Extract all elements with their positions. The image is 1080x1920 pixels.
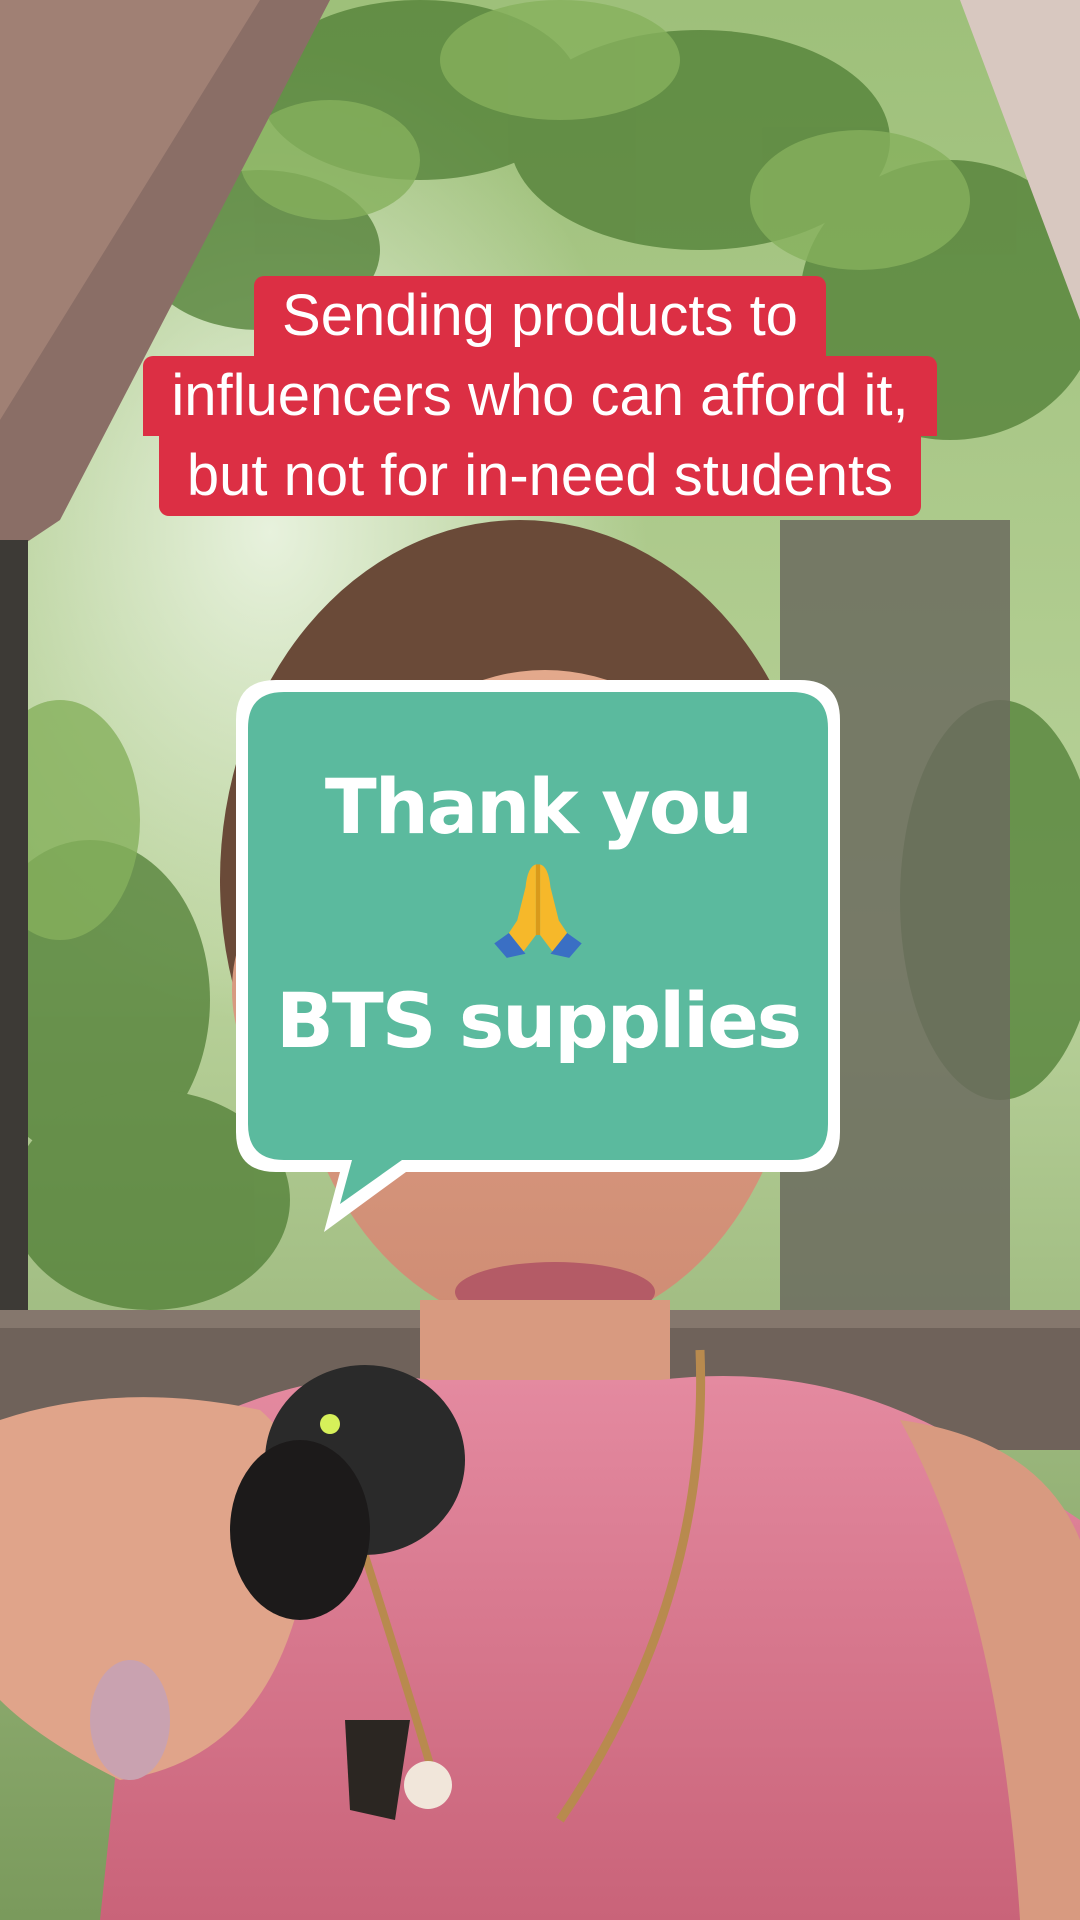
caption-line-1: Sending products to [254, 276, 826, 356]
caption-line-3: but not for in-need students [158, 436, 922, 516]
speech-bubble-sticker: Thank you BTS supplies [236, 680, 840, 1240]
caption-box: Sending products to influencers who can … [0, 276, 1080, 516]
caption-line-2: influencers who can afford it, [143, 356, 937, 436]
folded-hands-icon [256, 856, 820, 978]
sticker-line-2: BTS supplies [276, 976, 802, 1065]
sticker-line-1: Thank you [324, 762, 753, 851]
video-frame: Sending products to influencers who can … [0, 0, 1080, 1920]
